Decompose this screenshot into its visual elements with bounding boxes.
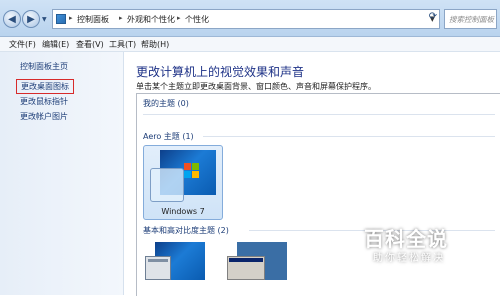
theme-windows-7[interactable]: Windows 7 bbox=[143, 145, 223, 220]
breadcrumb-separator-icon: ▸ bbox=[69, 14, 73, 22]
watermark-subtitle: 助你轻松解决 bbox=[373, 253, 445, 264]
menu-help[interactable]: 帮助(H) bbox=[141, 39, 169, 50]
group-header-aero-themes[interactable]: Aero 主题 (1) bbox=[143, 131, 194, 142]
page-title: 更改计算机上的视觉效果和声音 bbox=[136, 65, 305, 79]
watermark-title: 百科全说 bbox=[364, 227, 448, 251]
page-description: 单击某个主题立即更改桌面背景、窗口颜色、声音和屏幕保护程序。 bbox=[136, 82, 376, 91]
windows-logo-icon bbox=[184, 163, 200, 179]
task-pane: 控制面板主页 更改桌面图标 更改鼠标指针 更改帐户图片 bbox=[0, 52, 124, 295]
menu-tools[interactable]: 工具(T) bbox=[109, 39, 136, 50]
address-bar[interactable]: ▸ 控制面板 ▸ 外观和个性化 ▸ 个性化 ▼ bbox=[52, 9, 440, 29]
back-button[interactable]: ◀ bbox=[3, 10, 21, 28]
breadcrumb-appearance[interactable]: 外观和个性化 bbox=[127, 14, 175, 25]
sidebar-item-change-desktop-icons[interactable]: 更改桌面图标 bbox=[16, 79, 74, 94]
theme-preview-thumbnail bbox=[150, 150, 216, 202]
group-divider bbox=[143, 114, 495, 115]
window-preview bbox=[145, 256, 171, 280]
breadcrumb-separator-icon[interactable]: ▸ bbox=[119, 14, 123, 22]
arrow-left-icon: ◀ bbox=[8, 14, 16, 25]
refresh-icon[interactable]: ⟳ bbox=[426, 11, 440, 27]
menu-view[interactable]: 查看(V) bbox=[76, 39, 104, 50]
sidebar-item-control-panel-home[interactable]: 控制面板主页 bbox=[20, 61, 68, 72]
address-toolbar: ◀ ▶ ▼ ▸ 控制面板 ▸ 外观和个性化 ▸ 个性化 ▼ ⟳ 搜索控制面板 bbox=[0, 0, 500, 37]
theme-label: Windows 7 bbox=[161, 207, 205, 216]
window-preview bbox=[227, 256, 265, 280]
theme-windows-classic[interactable] bbox=[227, 242, 287, 280]
group-divider bbox=[203, 136, 495, 137]
sidebar-item-change-account-picture[interactable]: 更改帐户图片 bbox=[20, 111, 68, 122]
theme-windows-7-basic[interactable] bbox=[145, 242, 205, 280]
breadcrumb-personalization[interactable]: 个性化 bbox=[185, 14, 209, 25]
search-placeholder: 搜索控制面板 bbox=[449, 15, 494, 24]
menu-edit[interactable]: 编辑(E) bbox=[42, 39, 69, 50]
arrow-right-icon: ▶ bbox=[27, 14, 35, 25]
group-header-my-themes[interactable]: 我的主题 (0) bbox=[143, 98, 189, 109]
control-panel-icon bbox=[56, 14, 66, 24]
menu-file[interactable]: 文件(F) bbox=[9, 39, 36, 50]
window-color-swatch bbox=[150, 168, 184, 202]
theme-list: 我的主题 (0) Aero 主题 (1) Windows 7 基本和高对比度主题… bbox=[136, 93, 500, 296]
search-input[interactable]: 搜索控制面板 bbox=[444, 9, 497, 29]
forward-button[interactable]: ▶ bbox=[22, 10, 40, 28]
sidebar-item-change-mouse-pointers[interactable]: 更改鼠标指针 bbox=[20, 96, 68, 107]
breadcrumb-separator-icon[interactable]: ▸ bbox=[177, 14, 181, 22]
recent-pages-dropdown[interactable]: ▼ bbox=[42, 16, 47, 23]
menu-bar: 文件(F) 编辑(E) 查看(V) 工具(T) 帮助(H) bbox=[0, 37, 500, 52]
breadcrumb-control-panel[interactable]: 控制面板 bbox=[77, 14, 109, 25]
group-header-basic-high-contrast[interactable]: 基本和高对比度主题 (2) bbox=[143, 225, 229, 236]
